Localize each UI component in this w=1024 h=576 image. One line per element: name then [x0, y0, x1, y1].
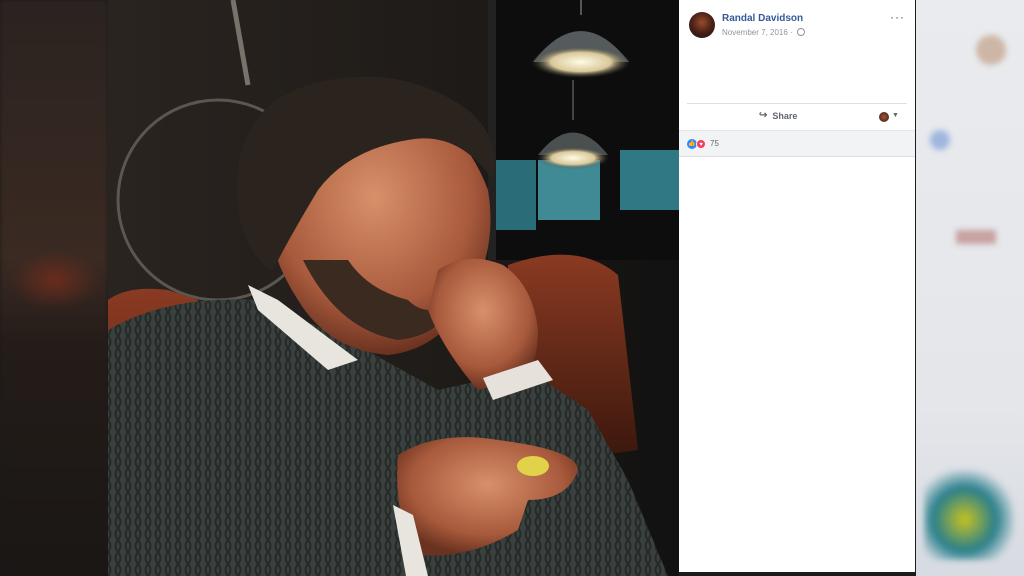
- author-name-link[interactable]: Randal Davidson: [722, 13, 803, 24]
- post-meta: November 7, 2016 ·: [722, 28, 805, 37]
- photo-illustration: [108, 0, 679, 576]
- post-photo[interactable]: [108, 0, 679, 576]
- reactions-bar: 👍 ♥ 75: [679, 130, 915, 157]
- post-sidebar: Randal Davidson November 7, 2016 · ··· ↪…: [679, 0, 916, 573]
- chevron-down-icon[interactable]: ▼: [892, 112, 899, 119]
- globe-icon: [796, 28, 805, 36]
- share-arrow-icon: ↪: [759, 110, 768, 121]
- reaction-count[interactable]: 75: [710, 139, 719, 148]
- blurred-background-right: [916, 0, 1024, 576]
- love-reaction-icon[interactable]: ♥: [696, 139, 706, 149]
- share-label: Share: [772, 110, 798, 121]
- blurred-background-left: [0, 0, 108, 576]
- more-options-icon[interactable]: ···: [890, 10, 905, 24]
- author-avatar[interactable]: [689, 12, 715, 38]
- divider: [687, 103, 907, 104]
- post-date[interactable]: November 7, 2016 ·: [722, 28, 793, 37]
- post-as-avatar[interactable]: [879, 112, 889, 122]
- share-button[interactable]: ↪ Share: [759, 110, 797, 121]
